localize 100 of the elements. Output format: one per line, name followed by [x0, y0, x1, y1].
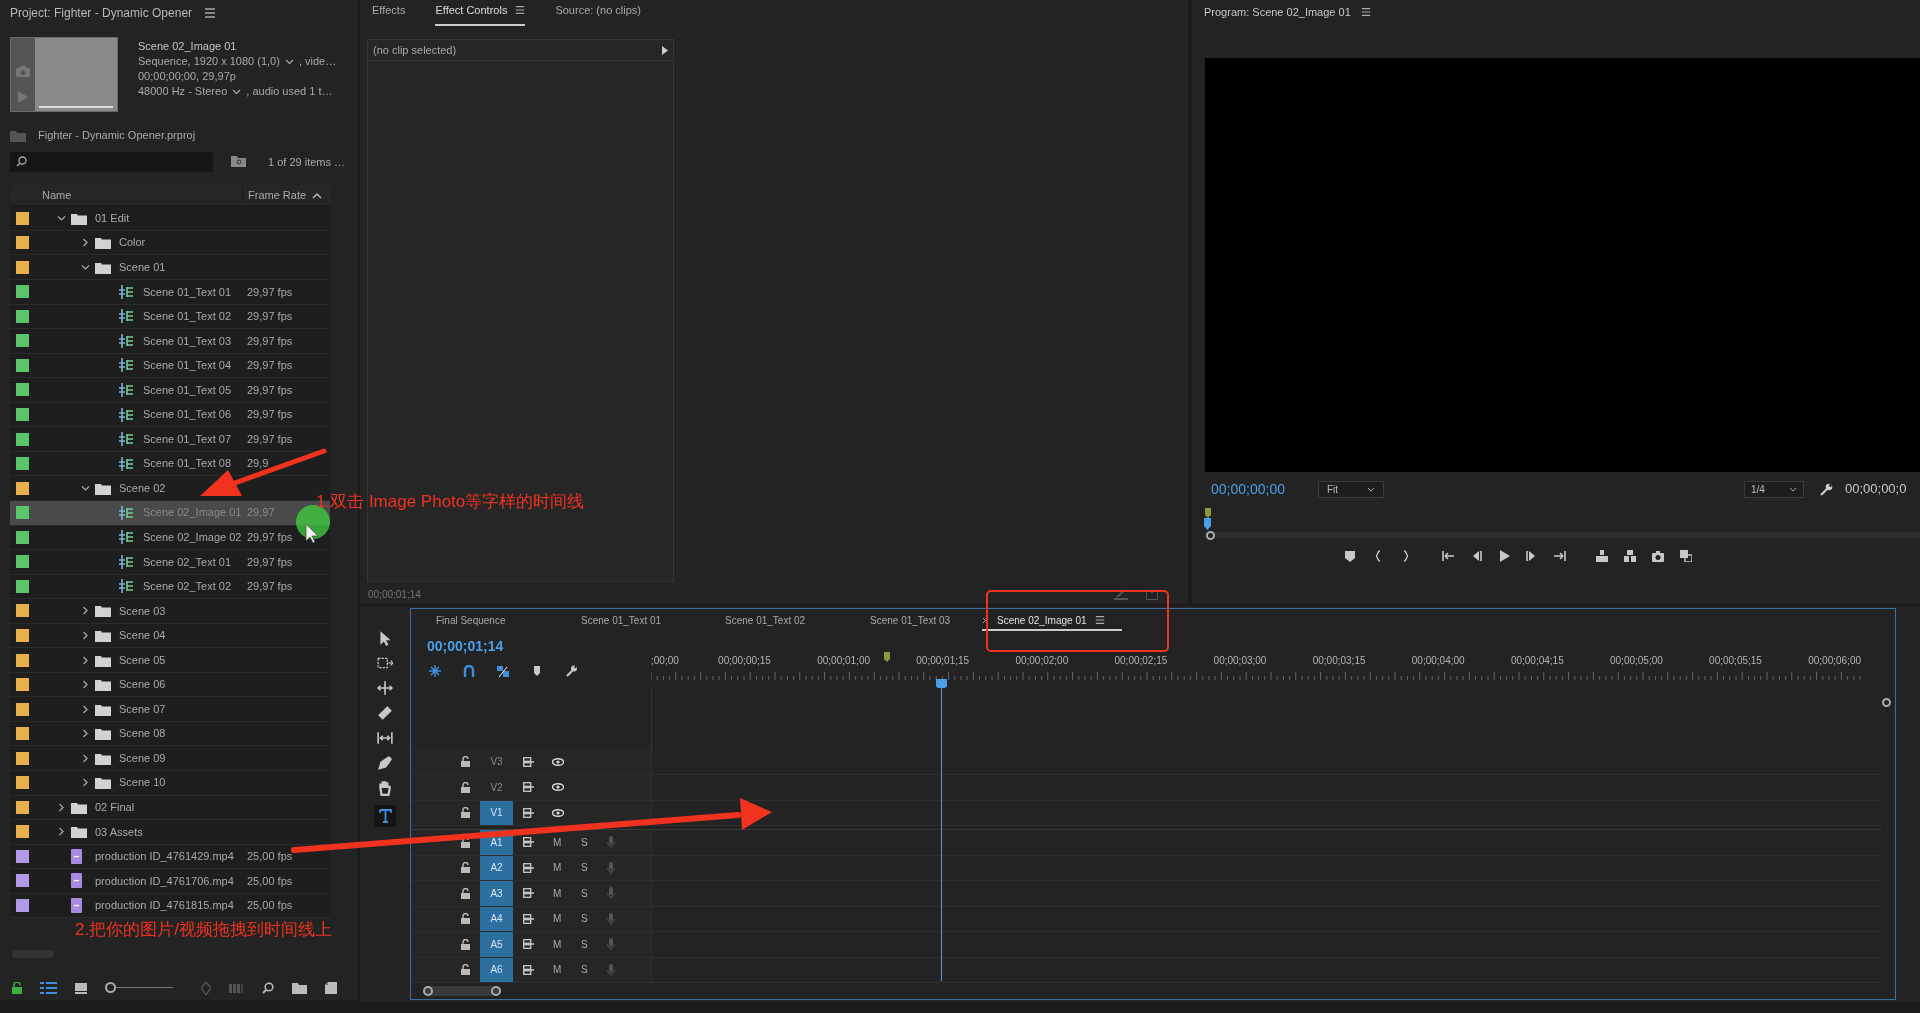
- ruler-label: 00;00;04;00: [1411, 653, 1465, 668]
- item-name: Scene 08: [119, 726, 166, 742]
- ruler-label: 00;00;04;15: [1510, 653, 1564, 668]
- solo-button[interactable]: S: [581, 962, 589, 978]
- solo-button[interactable]: S: [581, 885, 589, 901]
- mute-button[interactable]: M: [553, 936, 563, 952]
- list-row[interactable]: Scene 02_Text 02 29,97 fps: [10, 574, 330, 600]
- mute-button[interactable]: M: [553, 962, 563, 978]
- zoom-dropdown[interactable]: Fit: [1318, 480, 1384, 498]
- panel-tab[interactable]: Effects: [372, 1, 406, 26]
- info-text: Sequence, 1920 x 1080 (1,0): [138, 54, 280, 69]
- solo-button[interactable]: S: [581, 834, 589, 850]
- list-row[interactable]: Scene 02_Text 01 29,97 fps: [10, 550, 330, 575]
- ruler-label: 00;00;00;15: [718, 653, 771, 668]
- clip-status: (no clip selected): [373, 42, 457, 58]
- list-row[interactable]: 02 Final: [10, 795, 330, 821]
- item-name: Color: [119, 235, 146, 251]
- ruler-label: 00;00;05;15: [1709, 653, 1762, 668]
- track-target[interactable]: A5: [480, 932, 513, 957]
- solo-button[interactable]: S: [581, 936, 589, 952]
- sequence-tab[interactable]: Scene 01_Text 02: [725, 611, 870, 632]
- list-row[interactable]: production ID_4761815.mp4 25,00 fps: [10, 893, 330, 919]
- solo-button[interactable]: S: [581, 911, 589, 927]
- frame-rate: 29,97 fps: [247, 309, 293, 325]
- ruler-label: 00;00;05;00: [1610, 653, 1663, 668]
- item-name: Scene 01_Text 07: [143, 431, 232, 447]
- ruler-label: 00;00;03;00: [1213, 653, 1267, 668]
- list-row[interactable]: Scene 05: [10, 648, 330, 673]
- ruler-label: ;00;00: [651, 653, 679, 668]
- track-target[interactable]: A6: [480, 957, 513, 982]
- list-row[interactable]: Scene 03: [10, 599, 330, 624]
- track-target[interactable]: A2: [480, 855, 513, 880]
- frame-rate: 29,97 fps: [247, 554, 293, 570]
- list-row[interactable]: Scene 06: [10, 672, 330, 698]
- frame-rate: 25,00 fps: [247, 898, 293, 914]
- list-row[interactable]: Scene 01_Text 01 29,97 fps: [10, 280, 330, 305]
- item-name: Scene 06: [119, 677, 166, 693]
- frame-rate: 25,00 fps: [247, 849, 293, 865]
- resolution-dropdown[interactable]: 1/4: [1744, 480, 1804, 498]
- item-name: Scene 10: [119, 775, 166, 791]
- annotation-text: 2.把你的图片/视频拖拽到时间线上: [75, 919, 332, 941]
- list-row[interactable]: Scene 08: [10, 721, 330, 747]
- timecode[interactable]: 00;00;00;00: [1211, 478, 1311, 500]
- ruler-label: 00;00;01;15: [916, 653, 970, 668]
- item-name: Scene 01_Text 02: [143, 309, 232, 325]
- item-name: Scene 01_Text 06: [143, 407, 232, 423]
- mute-button[interactable]: M: [553, 834, 563, 850]
- mute-button[interactable]: M: [553, 911, 563, 927]
- item-name: Scene 02_Image 01: [143, 505, 242, 521]
- item-name: 02 Final: [95, 800, 135, 816]
- list-row[interactable]: Scene 01_Text 05 29,97 fps: [10, 378, 330, 403]
- frame-rate: 29,97 fps: [247, 284, 293, 300]
- frame-rate: 29,97 fps: [247, 431, 293, 447]
- column-header[interactable]: Name: [42, 187, 242, 204]
- list-row[interactable]: Color: [10, 230, 330, 256]
- time-ruler[interactable]: ;00;00 00;00;00;15 00;00;01;00 00;00;01;15 00;00;02;00 00;00;02;15 00;00;03;00 00;00;03;15 00;00;04;00 00;00;04;15 00;00;05;00 00;00;05;15 00;00;06;00: [651, 633, 1881, 688]
- sequence-tab[interactable]: Final Sequence: [436, 611, 581, 632]
- info-text: 48000 Hz - Stereo: [138, 84, 228, 99]
- list-row[interactable]: Scene 01_Text 04 29,97 fps: [10, 353, 330, 379]
- track-target[interactable]: V3: [480, 749, 513, 774]
- item-name: Scene 01_Text 08: [143, 456, 232, 472]
- item-name: Scene 01_Text 01: [143, 284, 232, 300]
- panel-title: Project: Fighter - Dynamic Opener: [10, 4, 193, 22]
- list-row[interactable]: Scene 01_Text 06 29,97 fps: [10, 402, 330, 428]
- frame-rate: 29,97: [247, 505, 275, 521]
- list-row[interactable]: production ID_4761706.mp4 25,00 fps: [10, 869, 330, 894]
- track-target[interactable]: V1: [480, 800, 513, 825]
- panel-tab[interactable]: Source: (no clips): [555, 1, 641, 26]
- list-row[interactable]: Scene 07: [10, 697, 330, 722]
- frame-rate: 29,97 fps: [247, 407, 293, 423]
- list-row[interactable]: Scene 10: [10, 770, 330, 796]
- list-row[interactable]: Scene 01_Text 03 29,97 fps: [10, 329, 330, 354]
- item-name: production ID_4761815.mp4: [95, 898, 234, 914]
- item-name: production ID_4761706.mp4: [95, 873, 234, 889]
- list-row[interactable]: Scene 09: [10, 746, 330, 771]
- sequence-tab[interactable]: Scene 02_Image 01: [982, 611, 1122, 632]
- list-row[interactable]: 01 Edit: [10, 206, 330, 231]
- list-row[interactable]: Scene 01: [10, 255, 330, 281]
- sequence-tab[interactable]: Scene 01_Text 01: [581, 611, 725, 632]
- list-row[interactable]: Scene 04: [10, 623, 330, 649]
- frame-rate: 29,97 fps: [247, 358, 293, 374]
- list-row[interactable]: Scene 01_Text 02 29,97 fps: [10, 304, 330, 330]
- solo-button[interactable]: S: [581, 860, 589, 876]
- track-target[interactable]: A3: [480, 881, 513, 906]
- item-name: Scene 02_Text 01: [143, 554, 232, 570]
- mute-button[interactable]: M: [553, 885, 563, 901]
- list-row[interactable]: Scene 01_Text 07 29,97 fps: [10, 427, 330, 452]
- item-name: Scene 02_Image 02: [143, 530, 242, 545]
- item-name: production ID_4761429.mp4: [95, 849, 234, 865]
- frame-rate: 29,9: [247, 456, 269, 472]
- track-target[interactable]: A4: [480, 906, 513, 931]
- mute-button[interactable]: M: [553, 860, 563, 876]
- timecode[interactable]: 00;00;01;14: [427, 635, 651, 657]
- panel-tab[interactable]: Effect Controls: [435, 1, 526, 26]
- item-name: 03 Assets: [95, 824, 143, 840]
- list-row[interactable]: 03 Assets: [10, 820, 330, 845]
- frame-rate: 29,97 fps: [247, 530, 293, 545]
- track-target[interactable]: V2: [480, 775, 513, 800]
- frame-rate: 29,97 fps: [247, 579, 293, 595]
- column-header[interactable]: Frame Rate: [242, 187, 312, 204]
